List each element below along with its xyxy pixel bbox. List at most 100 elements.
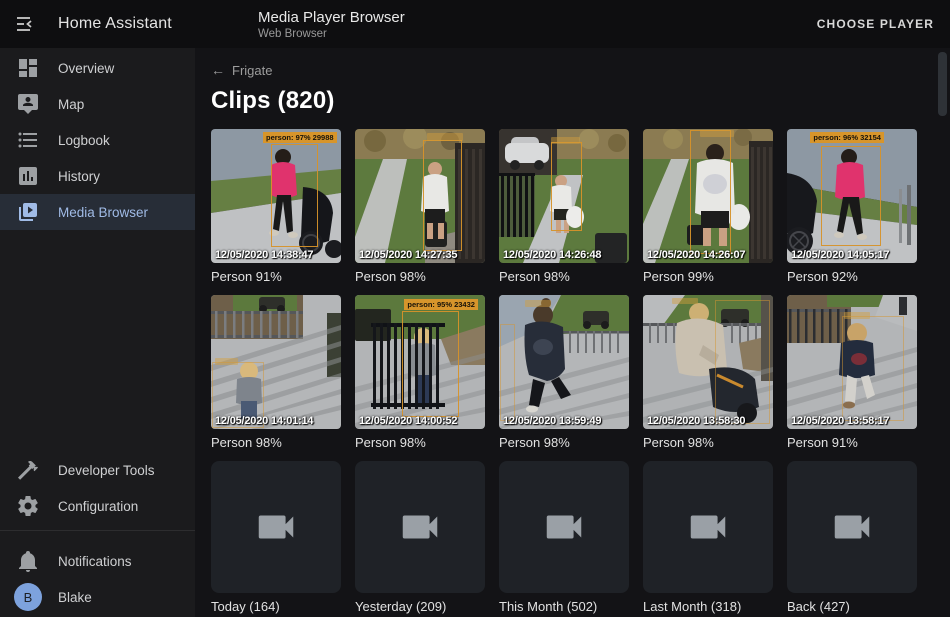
gear-icon (16, 494, 40, 518)
detection-label: person: 97% 29988 (263, 132, 337, 143)
sidebar-item-map[interactable]: Map (0, 86, 195, 122)
sidebar-item-label: Logbook (58, 133, 110, 148)
detection-label-faded (427, 133, 463, 141)
folder-label: Today (164) (211, 599, 341, 614)
clip-card[interactable]: person: 95% 23432 12/05/2020 14:00:52 Pe… (355, 295, 485, 450)
avatar: B (14, 583, 42, 611)
sidebar-item-media-browser[interactable]: Media Browser (0, 194, 195, 230)
sidebar-item-developer-tools[interactable]: Developer Tools (0, 452, 195, 488)
folder-thumbnail (211, 461, 341, 593)
clip-card[interactable]: 12/05/2020 14:01:14 Person 98% (211, 295, 341, 450)
folder-label: This Month (502) (499, 599, 629, 614)
clip-thumbnail: person: 96% 32154 12/05/2020 14:05:17 (787, 129, 917, 263)
sidebar-toggle-icon[interactable] (14, 12, 38, 36)
sidebar-item-label: Developer Tools (58, 463, 155, 478)
clip-caption: Person 92% (787, 269, 917, 284)
clip-timestamp: 12/05/2020 14:05:17 (791, 249, 889, 261)
sidebar-item-user[interactable]: B Blake (0, 579, 195, 615)
scrollbar-thumb[interactable] (938, 52, 947, 116)
clip-thumbnail: 12/05/2020 14:01:14 (211, 295, 341, 429)
clip-timestamp: 12/05/2020 14:38:47 (215, 249, 313, 261)
video-icon (541, 504, 587, 550)
sidebar-nav: Overview Map Logbook History Media Brows… (0, 48, 195, 230)
clip-timestamp: 12/05/2020 14:27:35 (359, 249, 457, 261)
video-icon (685, 504, 731, 550)
clip-caption: Person 98% (499, 269, 629, 284)
sidebar-item-notifications[interactable]: Notifications (0, 543, 195, 579)
header-subtitle: Web Browser (258, 28, 405, 40)
clip-card[interactable]: 12/05/2020 14:27:35 Person 98% (355, 129, 485, 284)
clip-caption: Person 91% (211, 269, 341, 284)
hammer-icon (16, 458, 40, 482)
folder-card-yesterday[interactable]: Yesterday (209) (355, 461, 485, 614)
folder-thumbnail (355, 461, 485, 593)
detection-label-faded (525, 300, 551, 307)
chart-icon (16, 164, 40, 188)
folder-card-today[interactable]: Today (164) (211, 461, 341, 614)
sidebar-item-overview[interactable]: Overview (0, 50, 195, 86)
app-bar: Home Assistant Media Player Browser Web … (0, 0, 950, 48)
sidebar-item-label: Configuration (58, 499, 138, 514)
folder-card-last-month[interactable]: Last Month (318) (643, 461, 773, 614)
clip-card[interactable]: 12/05/2020 13:59:49 Person 98% (499, 295, 629, 450)
clip-caption: Person 91% (787, 435, 917, 450)
sidebar-item-history[interactable]: History (0, 158, 195, 194)
clip-caption: Person 98% (355, 435, 485, 450)
clips-grid: person: 97% 29988 12/05/2020 14:38:47 Pe… (211, 129, 950, 614)
clip-thumbnail: person: 95% 23432 12/05/2020 14:00:52 (355, 295, 485, 429)
detection-bbox (821, 146, 881, 245)
folder-card-back[interactable]: Back (427) (787, 461, 917, 614)
sidebar-item-label: Notifications (58, 554, 132, 569)
clip-card[interactable]: 12/05/2020 14:26:07 Person 99% (643, 129, 773, 284)
choose-player-button[interactable]: CHOOSE PLAYER (817, 17, 934, 31)
detection-label-faded (700, 130, 734, 137)
sidebar-bottom: Developer Tools Configuration Notificati… (0, 452, 195, 615)
clip-scene (499, 295, 629, 429)
detection-bbox (500, 324, 514, 420)
detection-bbox (423, 140, 462, 251)
sidebar-item-label: Overview (58, 61, 114, 76)
clip-thumbnail: 12/05/2020 13:58:17 (787, 295, 917, 429)
clip-thumbnail: 12/05/2020 13:58:30 (643, 295, 773, 429)
folder-label: Yesterday (209) (355, 599, 485, 614)
clip-thumbnail: 12/05/2020 14:27:35 (355, 129, 485, 263)
clip-card[interactable]: person: 96% 32154 12/05/2020 14:05:17 Pe… (787, 129, 917, 284)
breadcrumb-label: Frigate (232, 63, 272, 78)
detection-label: person: 96% 32154 (810, 132, 884, 143)
bell-icon (16, 549, 40, 573)
detection-bbox (402, 311, 459, 417)
list-icon (16, 128, 40, 152)
clip-thumbnail: 12/05/2020 14:26:07 (643, 129, 773, 263)
media-browser-content: ← Frigate Clips (820) (195, 48, 950, 617)
clip-thumbnail: 12/05/2020 14:26:48 (499, 129, 629, 263)
clip-caption: Person 99% (643, 269, 773, 284)
sidebar-item-configuration[interactable]: Configuration (0, 488, 195, 524)
page-header: Media Player Browser Web Browser (258, 9, 405, 40)
breadcrumb[interactable]: ← Frigate (211, 62, 272, 78)
sidebar-item-label: Media Browser (58, 205, 148, 220)
clip-caption: Person 98% (499, 435, 629, 450)
detection-bbox (690, 130, 732, 253)
app-title: Home Assistant (58, 15, 172, 33)
dashboard-icon (16, 56, 40, 80)
sidebar-item-logbook[interactable]: Logbook (0, 122, 195, 158)
clip-timestamp: 12/05/2020 14:26:48 (503, 249, 601, 261)
header-title: Media Player Browser (258, 9, 405, 26)
sidebar-item-label: Map (58, 97, 84, 112)
clip-card[interactable]: 12/05/2020 13:58:17 Person 91% (787, 295, 917, 450)
media-browser-icon (16, 200, 40, 224)
video-icon (253, 504, 299, 550)
clip-timestamp: 12/05/2020 13:58:30 (647, 415, 745, 427)
map-account-icon (16, 92, 40, 116)
folder-card-this-month[interactable]: This Month (502) (499, 461, 629, 614)
video-icon (829, 504, 875, 550)
detection-label-faded (215, 358, 238, 365)
clip-card[interactable]: 12/05/2020 13:58:30 Person 98% (643, 295, 773, 450)
clip-card[interactable]: person: 97% 29988 12/05/2020 14:38:47 Pe… (211, 129, 341, 284)
detection-bbox (271, 144, 318, 247)
clip-timestamp: 12/05/2020 13:59:49 (503, 415, 601, 427)
clip-caption: Person 98% (643, 435, 773, 450)
folder-thumbnail (643, 461, 773, 593)
clip-card[interactable]: 12/05/2020 14:26:48 Person 98% (499, 129, 629, 284)
sidebar-item-label: History (58, 169, 100, 184)
